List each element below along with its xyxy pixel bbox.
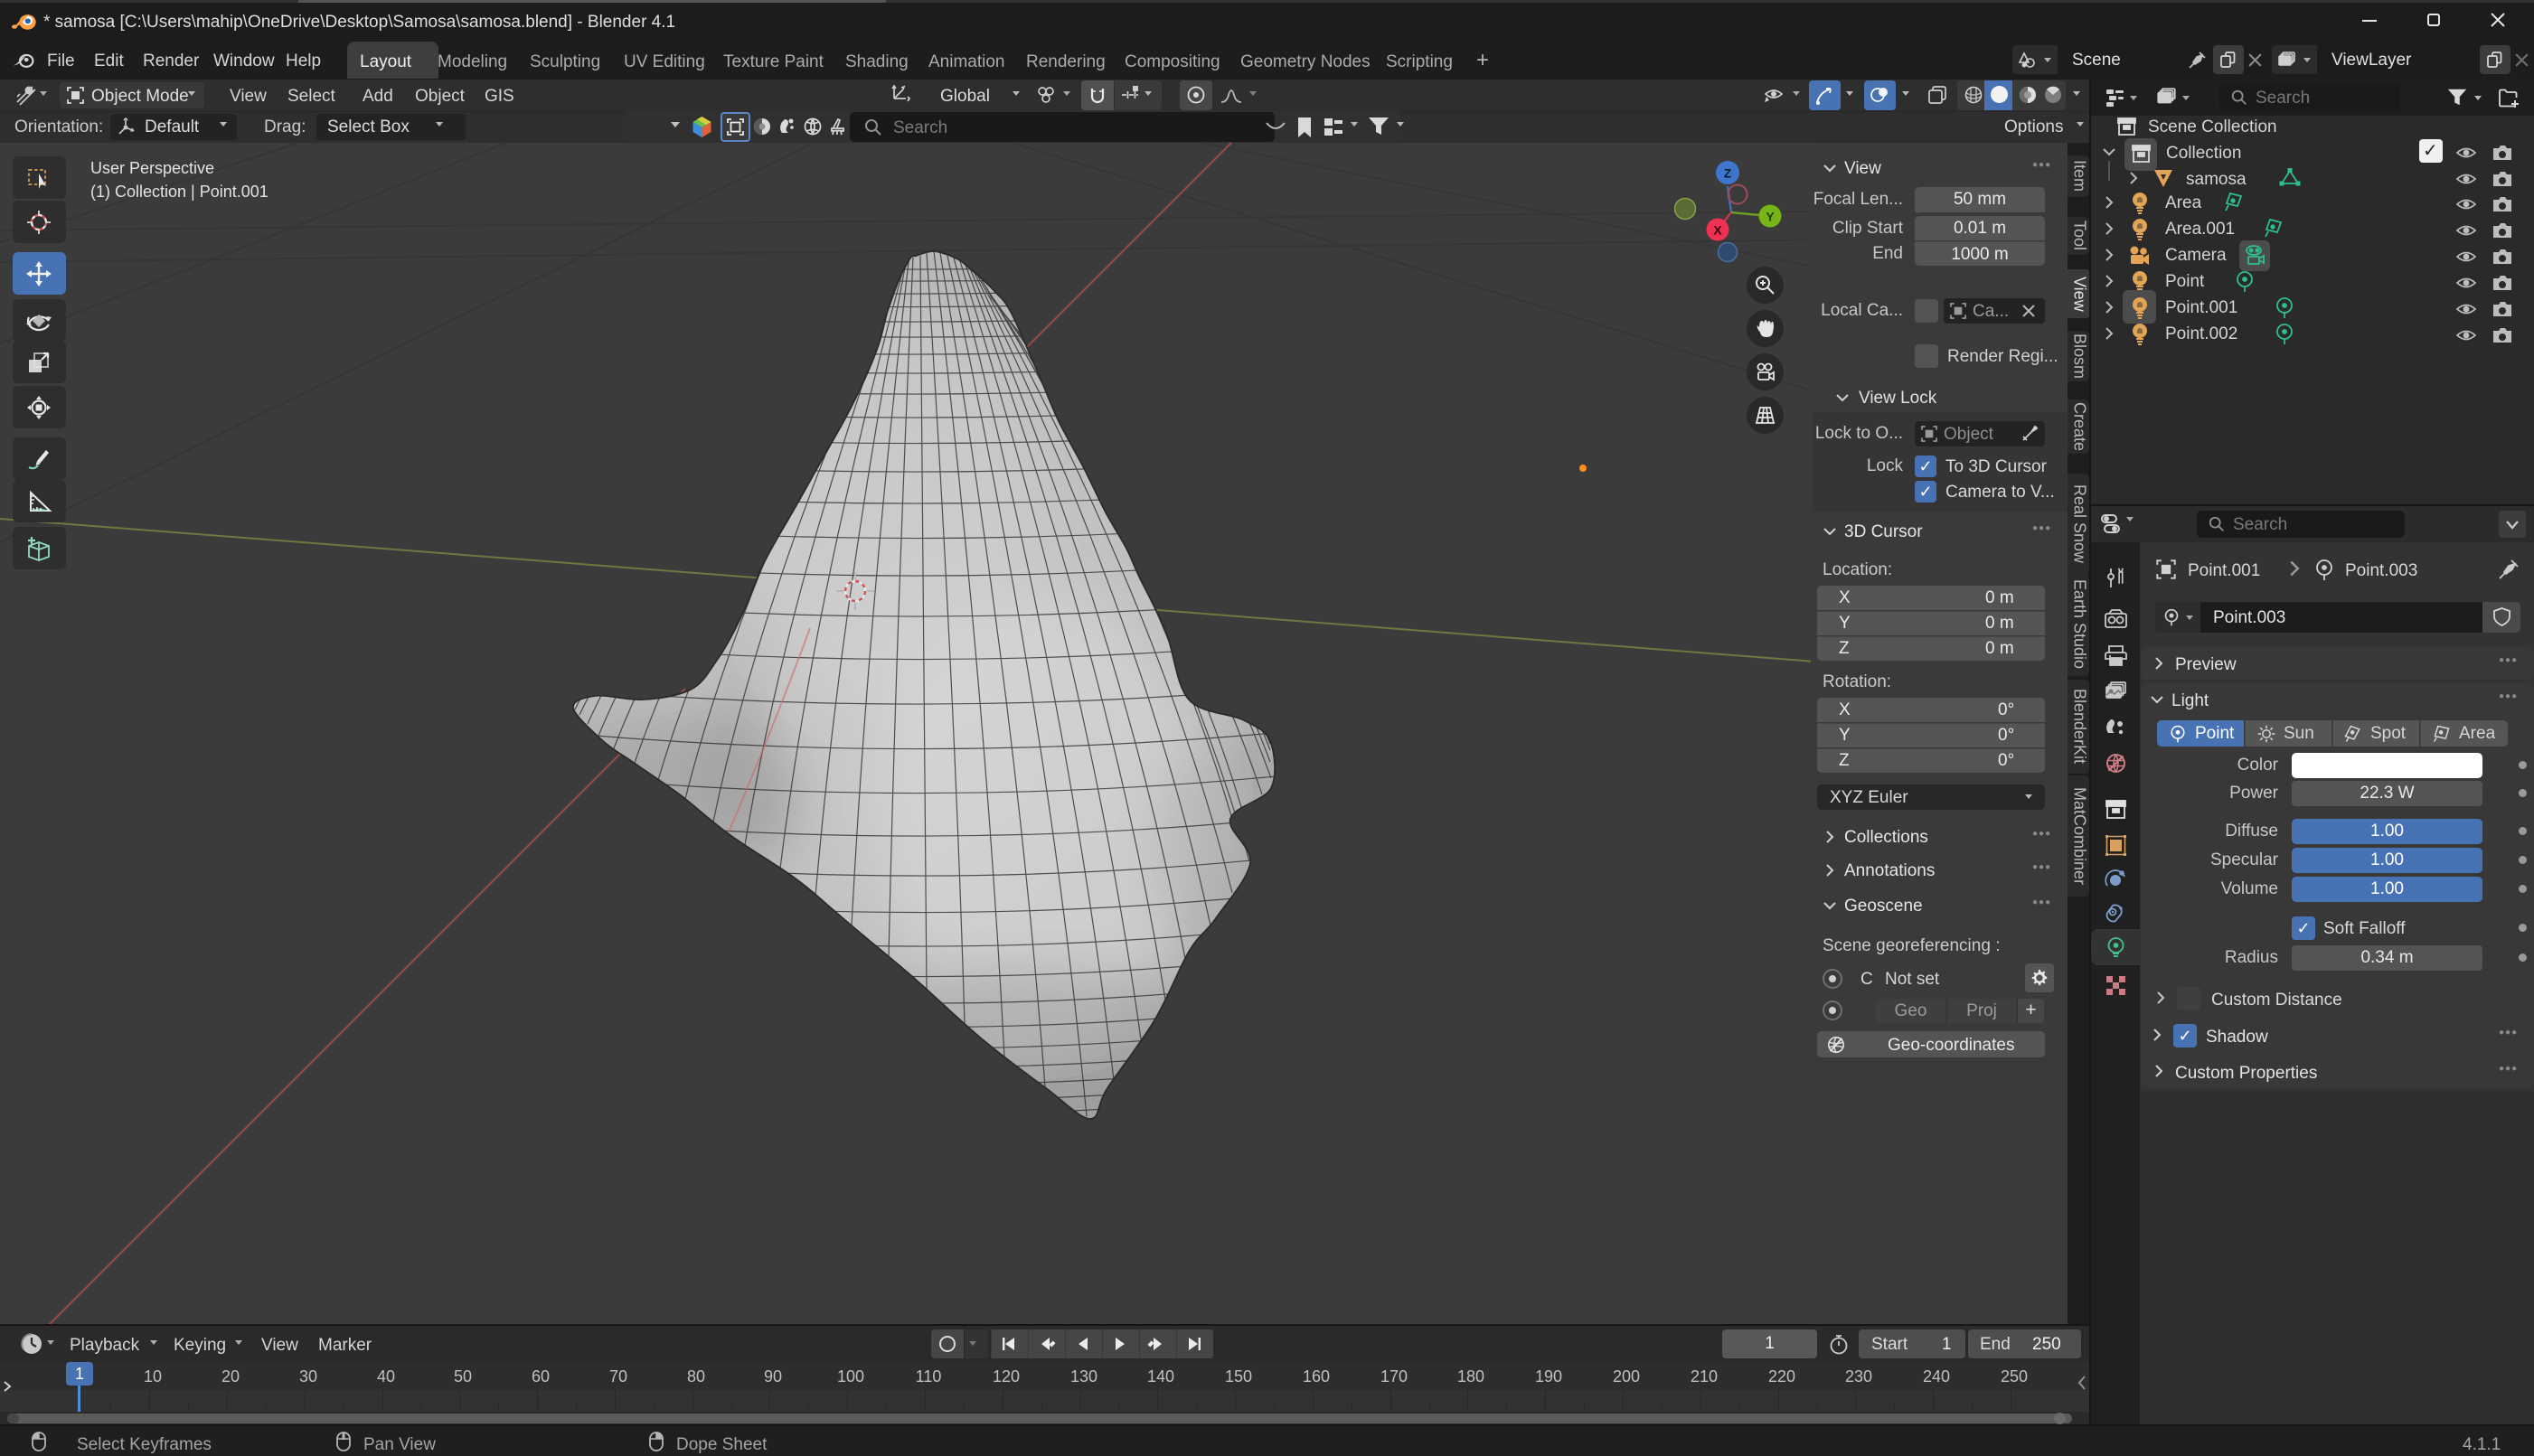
svg-text:Y: Y [1766,210,1775,224]
svg-text:Z: Z [1724,166,1732,181]
svg-text:X: X [1713,223,1722,238]
